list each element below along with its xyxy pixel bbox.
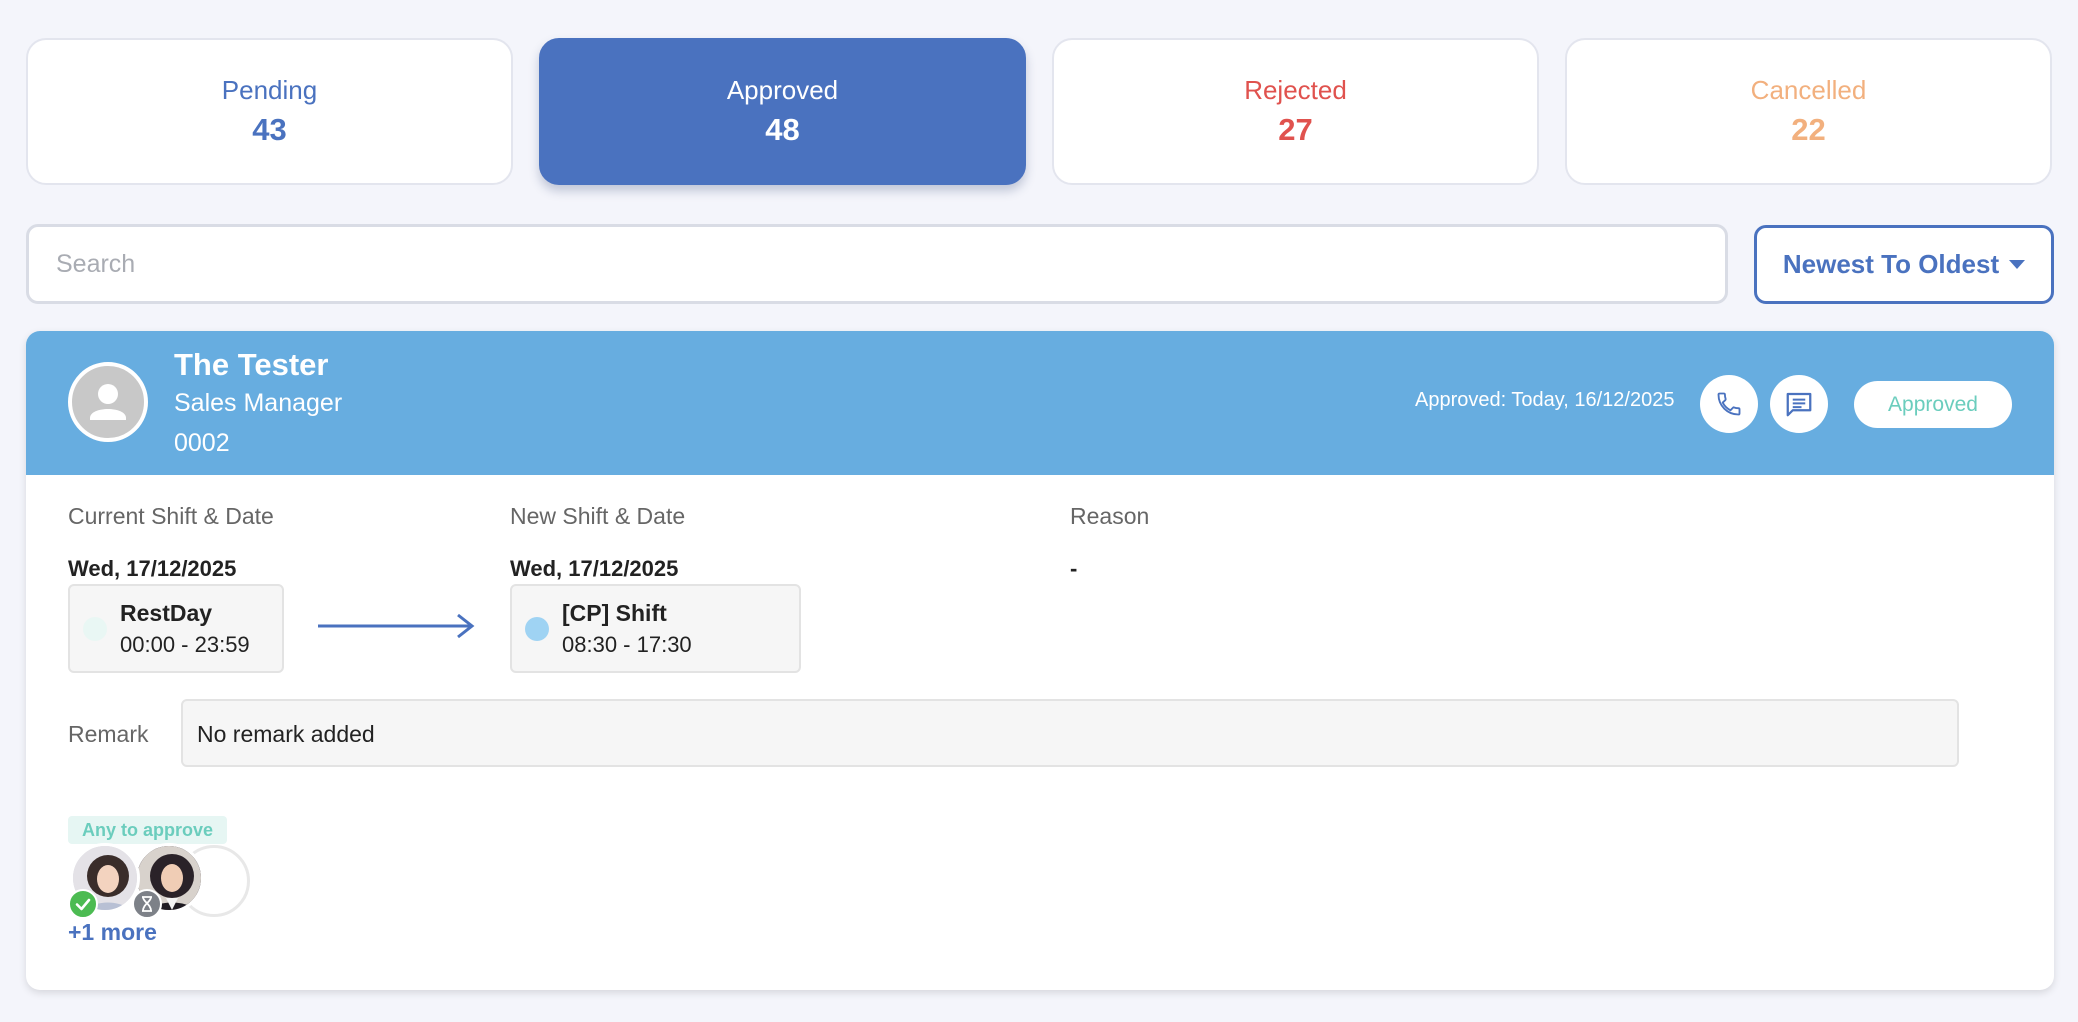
employee-name: The Tester bbox=[174, 347, 329, 382]
chat-icon bbox=[1786, 392, 1812, 417]
shift-color-dot bbox=[83, 617, 107, 641]
stat-cancelled-count: 22 bbox=[1791, 112, 1826, 147]
search-input[interactable] bbox=[26, 224, 1728, 304]
approved-date: Approved: Today, 16/12/2025 bbox=[1415, 389, 1675, 411]
user-icon bbox=[90, 384, 126, 420]
request-card: The Tester Sales Manager 0002 Approved: … bbox=[26, 331, 2054, 990]
remark-value: No remark added bbox=[181, 699, 1959, 767]
status-summary: Pending 43 Approved 48 Rejected 27 Cance… bbox=[26, 38, 2052, 185]
phone-icon bbox=[1717, 392, 1741, 416]
current-shift-box: RestDay 00:00 - 23:59 bbox=[68, 584, 284, 673]
current-shift-time: 00:00 - 23:59 bbox=[120, 632, 250, 657]
new-shift-title: New Shift & Date bbox=[510, 503, 686, 529]
hourglass-icon bbox=[132, 889, 162, 919]
stat-approved[interactable]: Approved 48 bbox=[539, 38, 1026, 185]
stat-rejected-count: 27 bbox=[1278, 112, 1313, 147]
stat-rejected[interactable]: Rejected 27 bbox=[1052, 38, 1539, 185]
reason-value: - bbox=[1070, 556, 1078, 581]
status-badge: Approved bbox=[1854, 381, 2012, 428]
stat-pending[interactable]: Pending 43 bbox=[26, 38, 513, 185]
sort-label: Newest To Oldest bbox=[1782, 249, 2000, 279]
arrow-right-icon bbox=[318, 613, 475, 639]
message-button[interactable] bbox=[1770, 375, 1828, 433]
current-shift-title: Current Shift & Date bbox=[68, 503, 274, 529]
employee-id: 0002 bbox=[174, 429, 230, 457]
stat-rejected-label: Rejected bbox=[1244, 75, 1347, 105]
check-icon bbox=[68, 889, 98, 919]
new-shift-box: [CP] Shift 08:30 - 17:30 bbox=[510, 584, 801, 673]
stat-pending-count: 43 bbox=[252, 112, 287, 147]
caret-down-icon bbox=[2009, 260, 2026, 269]
shift-color-dot bbox=[525, 617, 549, 641]
new-shift-date: Wed, 17/12/2025 bbox=[510, 556, 679, 581]
current-shift-name: RestDay bbox=[120, 600, 213, 626]
call-button[interactable] bbox=[1700, 375, 1758, 433]
stat-approved-count: 48 bbox=[765, 112, 800, 147]
new-shift-name: [CP] Shift bbox=[562, 600, 667, 626]
avatar bbox=[68, 362, 148, 442]
remark-label: Remark bbox=[68, 721, 149, 747]
more-approvers-link[interactable]: +1 more bbox=[68, 919, 157, 946]
stat-approved-label: Approved bbox=[726, 75, 839, 105]
employee-title: Sales Manager bbox=[174, 389, 343, 417]
stat-cancelled-label: Cancelled bbox=[1750, 75, 1867, 105]
stat-pending-label: Pending bbox=[221, 75, 318, 105]
stat-cancelled[interactable]: Cancelled 22 bbox=[1565, 38, 2052, 185]
new-shift-time: 08:30 - 17:30 bbox=[562, 632, 692, 657]
current-shift-date: Wed, 17/12/2025 bbox=[68, 556, 237, 581]
reason-title: Reason bbox=[1070, 503, 1150, 529]
request-card-header: The Tester Sales Manager 0002 Approved: … bbox=[26, 331, 2054, 475]
sort-dropdown-button[interactable]: Newest To Oldest bbox=[1754, 225, 2054, 304]
approval-type-tag: Any to approve bbox=[68, 816, 228, 844]
